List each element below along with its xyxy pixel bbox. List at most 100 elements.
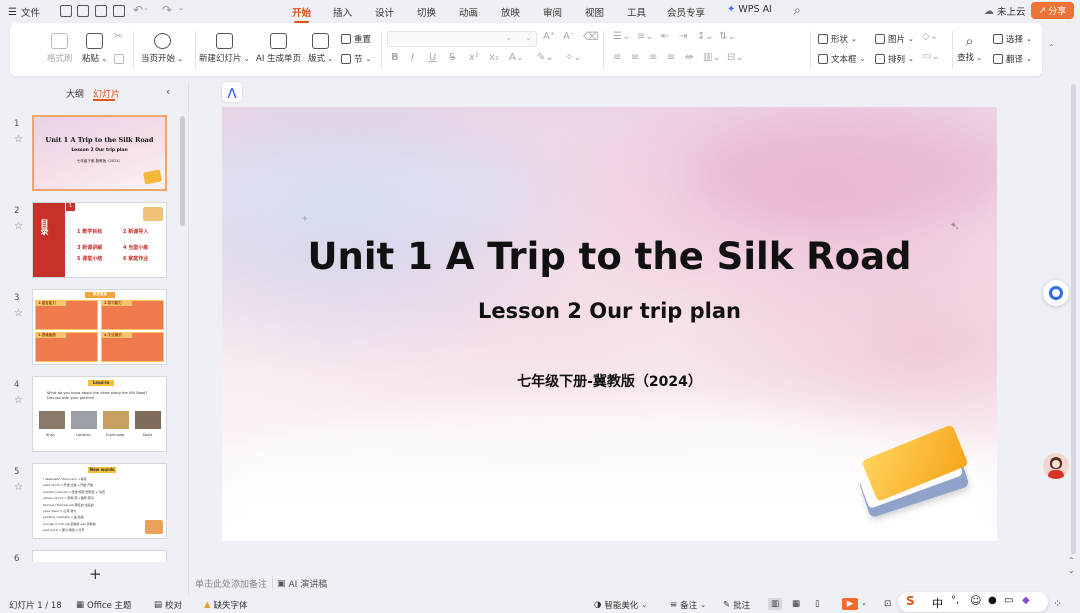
superscript-icon[interactable]: x²: [469, 52, 479, 63]
slide-thumb-4[interactable]: Lead-in What do you know about the citie…: [32, 376, 167, 452]
font-color-icon[interactable]: A⌄: [509, 52, 524, 63]
subscript-icon[interactable]: x₂: [489, 52, 499, 63]
shape-button[interactable]: 形状 ⌄: [818, 33, 857, 45]
tab-member[interactable]: 会员专享: [667, 5, 705, 19]
missing-font-button[interactable]: ▲ 缺失字体: [204, 599, 248, 611]
text-direction-icon[interactable]: ⇅⌄: [719, 31, 736, 42]
tab-design[interactable]: 设计: [375, 5, 394, 19]
align-right-icon[interactable]: ≡: [649, 52, 657, 63]
star-icon[interactable]: ☆: [14, 395, 23, 406]
font-family-select[interactable]: ⌄ ⌄: [387, 31, 537, 47]
notes-toggle[interactable]: ≡ 备注 ⌄: [670, 599, 706, 611]
tab-review[interactable]: 审阅: [543, 5, 562, 19]
slide-thumb-1[interactable]: Unit 1 A Trip to the Silk Road Lesson 2 …: [32, 115, 167, 191]
ai-assistant-icon[interactable]: ⋀: [222, 82, 242, 102]
tab-animation[interactable]: 动画: [459, 5, 478, 19]
copy-icon[interactable]: [114, 54, 124, 64]
add-slide-button[interactable]: +: [89, 565, 102, 583]
emoji-icon[interactable]: ☺: [970, 594, 981, 607]
text-effect-icon[interactable]: ✧⌄: [565, 52, 582, 63]
clear-format-icon[interactable]: ⌫: [583, 30, 599, 43]
canvas-scrollbar[interactable]: [1071, 84, 1076, 554]
collapse-ribbon-icon[interactable]: ⌃: [1048, 43, 1055, 52]
star-icon[interactable]: ☆: [14, 308, 23, 319]
outdent-icon[interactable]: ⇥: [679, 31, 687, 42]
star-icon[interactable]: ☆: [14, 221, 23, 232]
slide-thumb-5[interactable]: New words /ˈdestɪneɪt/ /ˈdiscovəri/ n.探索…: [32, 463, 167, 539]
reading-view-icon[interactable]: ▯: [815, 599, 820, 609]
redo-icon[interactable]: ↷: [162, 3, 172, 17]
avatar-assistant[interactable]: [1043, 453, 1069, 479]
collapse-panel-icon[interactable]: ‹: [166, 85, 170, 98]
fill-icon[interactable]: ◇⌄: [922, 31, 938, 42]
tab-wps-ai[interactable]: ✦ WPS AI: [727, 4, 772, 15]
align-left-icon[interactable]: ≡: [613, 52, 621, 63]
save-icon[interactable]: [60, 5, 72, 17]
ai-single-page-button[interactable]: AI 生成单页: [256, 33, 301, 64]
layout-button[interactable]: 版式 ⌄: [308, 33, 333, 64]
outline-icon[interactable]: ▭⌄: [922, 51, 940, 62]
italic-icon[interactable]: I: [411, 52, 414, 63]
bold-icon[interactable]: B: [391, 52, 399, 63]
slide-count[interactable]: 幻灯片 1 / 18: [9, 599, 62, 611]
microphone-icon[interactable]: ●: [988, 595, 997, 606]
tab-slideshow[interactable]: 放映: [501, 5, 520, 19]
underline-icon[interactable]: U: [429, 52, 436, 63]
print-icon[interactable]: [95, 5, 107, 17]
smart-beautify-button[interactable]: ◑ 智能美化 ⌄: [594, 599, 647, 611]
slide-thumb-6[interactable]: [32, 550, 167, 562]
find-button[interactable]: ⌕ 查找 ⌄: [957, 32, 982, 63]
align-text-icon[interactable]: ⊟⌄: [727, 52, 744, 63]
print-preview-icon[interactable]: [113, 5, 125, 17]
format-painter-button[interactable]: 格式刷: [47, 33, 73, 64]
font-increase-icon[interactable]: A⁺: [543, 31, 555, 42]
section-button[interactable]: 节 ⌄: [341, 53, 371, 65]
ime-mode[interactable]: 中: [932, 595, 943, 611]
slide-canvas[interactable]: ➷ ✈ Unit 1 A Trip to the Silk Road Lesso…: [222, 107, 997, 541]
fit-window-icon[interactable]: ⊡: [884, 599, 891, 609]
proofing-button[interactable]: ▤ 校对: [154, 599, 182, 611]
scroll-down-icon[interactable]: ⌄: [1068, 566, 1075, 575]
highlight-icon[interactable]: ✎⌄: [537, 52, 554, 63]
undo-icon[interactable]: ↶: [133, 3, 143, 17]
align-center-icon[interactable]: ≡: [631, 52, 639, 63]
slideshow-dropdown-icon[interactable]: ⌄: [861, 599, 867, 607]
ai-script-button[interactable]: ▣ AI 演讲稿: [277, 577, 327, 591]
translate-button[interactable]: 翻译 ⌄: [993, 53, 1032, 65]
comments-toggle[interactable]: ✎ 批注: [723, 599, 750, 611]
star-icon[interactable]: ☆: [14, 482, 23, 493]
slide-thumb-3[interactable]: 教学目标 1.语言能力 2.学习能力 3.思维品质 4.文化意识: [32, 289, 167, 365]
tab-view[interactable]: 视图: [585, 5, 604, 19]
skin-icon[interactable]: ◆: [1022, 595, 1030, 606]
keyboard-icon[interactable]: ▭: [1004, 595, 1013, 606]
tab-outline[interactable]: 大纲: [66, 87, 84, 100]
tab-tools[interactable]: 工具: [627, 5, 646, 19]
strikethrough-icon[interactable]: S: [449, 52, 455, 63]
new-slide-button[interactable]: 新建幻灯片 ⌄: [199, 33, 250, 64]
arrange-button[interactable]: 排列 ⌄: [875, 53, 914, 65]
quick-access-dropdown-icon[interactable]: ⌄: [178, 4, 184, 12]
undo-dropdown-icon[interactable]: ⌄: [143, 4, 149, 12]
ai-chat-float-button[interactable]: [1043, 280, 1069, 306]
star-icon[interactable]: ☆: [14, 134, 23, 145]
scroll-up-icon[interactable]: ⌃: [1068, 556, 1075, 565]
bullets-icon[interactable]: ☰⌄: [613, 31, 630, 42]
slide-subtitle[interactable]: Lesson 2 Our trip plan: [222, 299, 997, 323]
distribute-icon[interactable]: ⇹: [685, 52, 693, 63]
textbox-button[interactable]: 文本框 ⌄: [818, 53, 865, 65]
cloud-status[interactable]: ☁ 未上云: [984, 4, 1026, 19]
normal-view-icon[interactable]: ▥: [768, 598, 782, 610]
justify-icon[interactable]: ≡: [667, 52, 675, 63]
cut-icon[interactable]: ✂: [114, 31, 122, 42]
file-menu[interactable]: ☰ 文件: [8, 5, 40, 20]
sogou-icon[interactable]: S: [906, 594, 915, 608]
paste-button[interactable]: 粘贴 ⌄: [82, 33, 107, 64]
share-button[interactable]: ↗ 分享: [1031, 2, 1074, 19]
slide-sorter-icon[interactable]: ▦: [792, 599, 800, 609]
line-spacing-icon[interactable]: ↕⌄: [697, 31, 714, 42]
start-from-current-button[interactable]: 当页开始 ⌄: [141, 33, 183, 64]
slide-title[interactable]: Unit 1 A Trip to the Silk Road: [222, 235, 997, 278]
search-icon[interactable]: ⌕: [794, 3, 801, 18]
slideshow-play-icon[interactable]: ▶: [842, 598, 858, 610]
reset-button[interactable]: 重置: [341, 33, 371, 45]
